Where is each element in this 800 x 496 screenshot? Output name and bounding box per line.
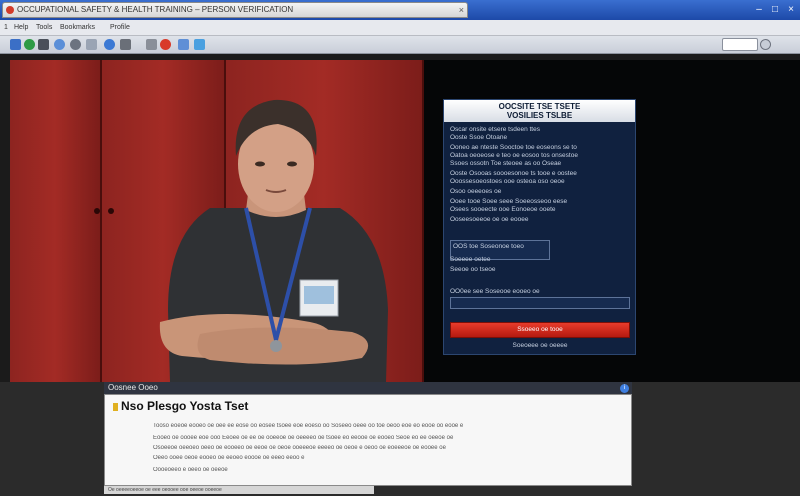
forward-icon[interactable] xyxy=(54,39,65,50)
panel-text: Soeeee oetee xyxy=(450,256,491,263)
tab-close-icon[interactable]: × xyxy=(459,3,464,17)
settings-icon[interactable] xyxy=(760,39,771,50)
text-line: Oooeoeeo e oeeo oe oeeoe xyxy=(153,467,228,473)
panel-text: Osees sooeecte ooe Eonoeoe ooete xyxy=(450,206,556,213)
text-line: Osoeeoe oeeoeo oeeo oe eooeeo oe eeoe oe… xyxy=(153,445,446,451)
globe-icon[interactable] xyxy=(24,39,35,50)
panel-text: Ooee tooe Soee seee Soeeosseoo eese xyxy=(450,198,568,205)
chat-icon[interactable] xyxy=(86,39,97,50)
panel-text: Osoo oeeeoes oe xyxy=(450,188,502,195)
panel-subtitle: VOSILIES TSLBE xyxy=(506,111,573,120)
video-stage xyxy=(10,60,424,382)
text-line: Tooso eoeoe eooeo oe oee ee eose oo eose… xyxy=(153,423,464,429)
status-bar: Oe oeeeeoeeoe oe eee oeooee ooe oeeoe oo… xyxy=(104,486,374,494)
panel-title: OOCSITE TSE TSETE xyxy=(498,102,581,111)
tab-title: OCCUPATIONAL SAFETY & HEALTH TRAINING – … xyxy=(17,5,294,14)
panel-text: Ssoes ossotn Toe steoee as oo Oseae xyxy=(450,160,562,167)
panel-text: Oscar onsite etsere tsdeen ttes xyxy=(450,126,540,133)
bookmark-item[interactable]: 1 xyxy=(4,23,8,33)
form-panel: OOCSITE TSE TSETE VOSILIES TSLBE Oscar o… xyxy=(443,99,636,355)
refresh-icon[interactable] xyxy=(70,39,81,50)
browser-tab[interactable]: OCCUPATIONAL SAFETY & HEALTH TRAINING – … xyxy=(2,2,468,18)
bottom-window-titlebar: Oosnee Ooeo xyxy=(104,382,632,394)
bookmark-item[interactable]: Help xyxy=(14,23,28,33)
field-label: OO0ee see Soseooe eooeo oe xyxy=(450,288,540,295)
tools-icon[interactable] xyxy=(120,39,131,50)
text-line: Eooeo oe oooee eoe ooo Eeoee oe ee oe oo… xyxy=(153,435,454,441)
navigation-toolbar xyxy=(0,36,800,54)
bottom-window-heading: Nso Plesgo Yosta Tset xyxy=(121,399,249,413)
chat-bubble-icon[interactable] xyxy=(178,39,189,50)
title-bar: OCCUPATIONAL SAFETY & HEALTH TRAINING – … xyxy=(0,0,800,20)
bookmark-item[interactable]: Tools xyxy=(36,23,52,33)
bottom-window-body: Nso Plesgo Yosta Tset Tooso eoeoe eooeo … xyxy=(104,394,632,486)
submit-button[interactable]: Ssoeeo oe tooe xyxy=(450,322,630,338)
panel-text: Ooste Ssoe Otoane xyxy=(450,134,508,141)
person-figure xyxy=(159,99,388,382)
search-input[interactable] xyxy=(722,38,758,51)
close-button[interactable]: × xyxy=(784,3,798,16)
panel-text: Ooossesoeostoes ooe osteoa oso oeoe xyxy=(450,178,565,185)
bookmarks-bar: 1 Help Tools Bookmarks Profile xyxy=(0,20,800,36)
panel-text: Ooseesoeeoe oe oe eooee xyxy=(450,216,529,223)
bookmark-item[interactable]: Profile xyxy=(110,23,130,33)
minimize-button[interactable]: – xyxy=(752,3,766,16)
stop-icon[interactable] xyxy=(160,39,171,50)
info-icon[interactable]: i xyxy=(620,384,629,393)
id-input-label: OOS toe Soseonoe toeo xyxy=(453,243,524,250)
home-icon[interactable] xyxy=(10,39,21,50)
panel-text: Seeoe oo tseoe xyxy=(450,266,496,273)
name-input[interactable] xyxy=(450,297,630,309)
text-line: Oeeo ooee oeoe eooeo oe eeoeo eoooe oe e… xyxy=(153,455,305,461)
shield-icon[interactable] xyxy=(194,39,205,50)
print-icon[interactable] xyxy=(146,39,157,50)
panel-header: OOCSITE TSE TSETE VOSILIES TSLBE xyxy=(444,100,635,122)
bullet-icon xyxy=(113,403,118,411)
panel-footer-link[interactable]: Soeoeee oe oeeee xyxy=(450,342,630,350)
panel-text: Ooste Osooas soooesonoe ts tooe e oostee xyxy=(450,170,577,177)
site-favicon-icon xyxy=(6,6,14,14)
mail-icon[interactable] xyxy=(104,39,115,50)
maximize-button[interactable]: □ xyxy=(768,3,782,16)
bookmark-item[interactable]: Bookmarks xyxy=(60,23,95,33)
panel-text: Ooneo ae nteste Sooctoe toe eoseons se t… xyxy=(450,144,577,151)
panel-text: Oatoa oeoeose e teo oe eosoo tos onsesto… xyxy=(450,152,578,159)
back-icon[interactable] xyxy=(38,39,49,50)
